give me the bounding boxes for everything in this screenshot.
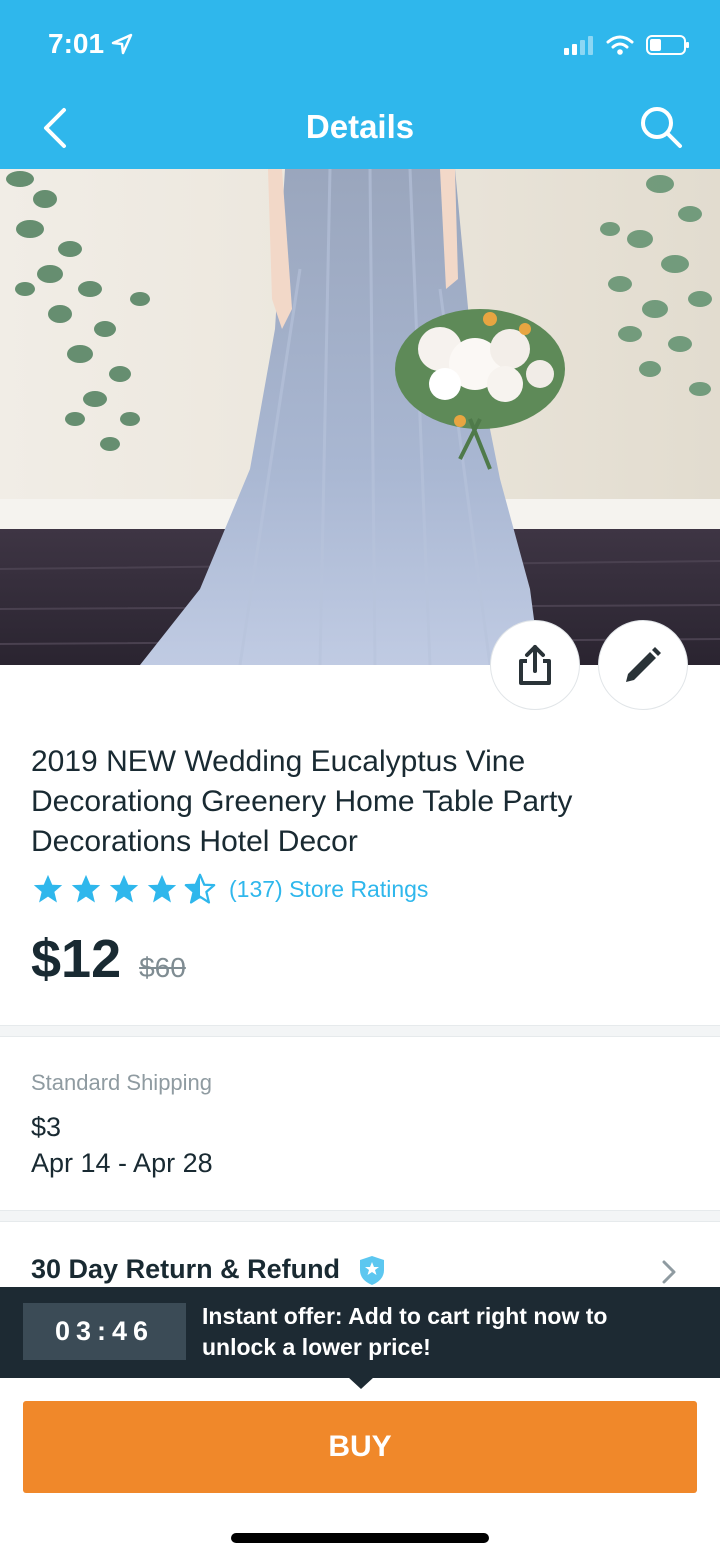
status-bar: 7:01 (0, 0, 720, 90)
ratings-row[interactable]: (137) Store Ratings (31, 872, 428, 906)
shipping-label: Standard Shipping (31, 1070, 213, 1095)
location-arrow-icon (111, 33, 133, 55)
return-refund-label: 30 Day Return & Refund (31, 1254, 341, 1284)
current-price: $12 (31, 929, 122, 989)
offer-text: Instant offer: Add to cart right now to … (202, 1303, 608, 1360)
share-icon (519, 645, 551, 685)
chevron-right-icon (662, 1260, 676, 1284)
battery-icon (646, 35, 689, 55)
edit-button[interactable] (598, 620, 688, 710)
buy-button[interactable]: BUY (23, 1401, 697, 1493)
share-button[interactable] (490, 620, 580, 710)
return-refund-row[interactable]: 30 Day Return & Refund (0, 1222, 720, 1286)
store-ratings-link[interactable]: (137) Store Ratings (229, 876, 428, 903)
product-image[interactable] (0, 169, 720, 665)
star-icon (109, 874, 139, 903)
star-icon (147, 874, 177, 903)
star-rating (31, 872, 217, 906)
section-divider (0, 1025, 720, 1037)
search-icon[interactable] (638, 104, 684, 150)
status-time: 7:01 (48, 28, 105, 59)
signal-icon (564, 36, 593, 55)
banner-pointer (348, 1377, 374, 1389)
pencil-icon (626, 647, 661, 682)
status-icons (564, 32, 690, 58)
star-icon (71, 874, 101, 903)
shipping-dates: Apr 14 - Apr 28 (31, 1148, 213, 1178)
product-title: 2019 NEW Wedding Eucalyptus Vine Decorat… (31, 745, 573, 858)
section-divider (0, 1210, 720, 1222)
original-price: $60 (139, 952, 186, 983)
price-row: $12 $60 (31, 928, 186, 990)
nav-bar: Details (0, 90, 720, 169)
half-star-icon (184, 873, 216, 904)
instant-offer-banner[interactable]: 03:46 Instant offer: Add to cart right n… (0, 1287, 720, 1378)
shield-icon (360, 1256, 384, 1285)
countdown-timer: 03:46 (23, 1303, 186, 1360)
home-indicator (231, 1533, 489, 1543)
wifi-icon (606, 35, 634, 55)
star-icon (33, 874, 63, 903)
shipping-price: $3 (31, 1112, 62, 1142)
page-title: Details (305, 108, 415, 145)
